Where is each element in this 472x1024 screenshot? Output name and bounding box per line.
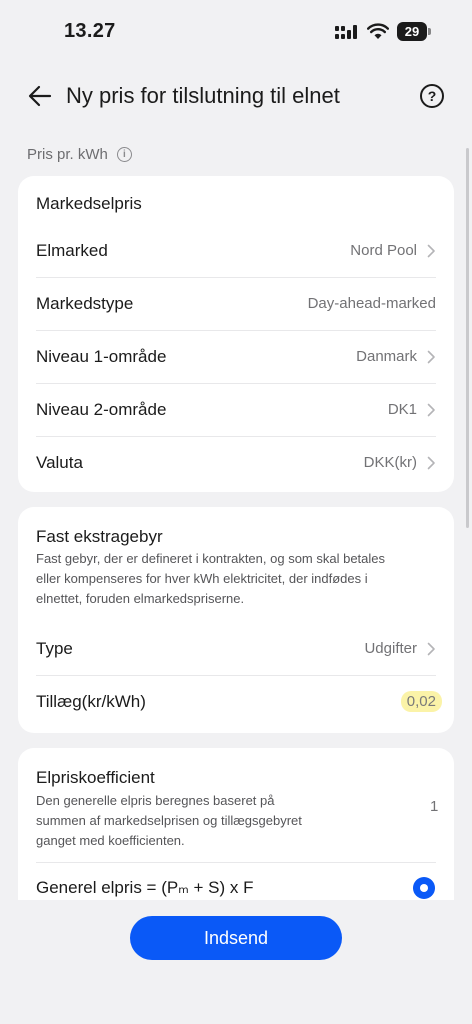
chevron-right-icon — [427, 350, 435, 363]
fixed-fee-card: Fast ekstragebyr Fast gebyr, der er defi… — [18, 507, 454, 733]
scrollbar[interactable] — [466, 148, 469, 528]
formula-label: Generel elpris = (Pₘ + S) x F — [36, 878, 254, 897]
row-surcharge[interactable]: Tillæg(kr/kWh) 0,02 — [36, 675, 442, 728]
row-label: Tillæg(kr/kWh) — [36, 691, 146, 711]
row-value: Udgifter — [364, 640, 417, 657]
market-price-title: Markedselpris — [36, 194, 142, 213]
chevron-right-icon — [427, 403, 435, 416]
coefficient-description: Den generelle elpris beregnes baseret på… — [36, 793, 302, 848]
row-value: DK1 — [387, 401, 417, 418]
fixed-fee-description: Fast gebyr, der er defineret i kontrakte… — [36, 551, 386, 606]
status-time: 13.27 — [64, 20, 116, 42]
row-value: Danmark — [356, 348, 417, 365]
submit-button[interactable]: Indsend — [130, 916, 342, 960]
fixed-fee-title: Fast ekstragebyr — [36, 527, 163, 546]
section-label: Pris pr. kWh i — [27, 146, 132, 163]
battery-icon: 29 — [397, 22, 431, 41]
row-niveau-2[interactable]: Niveau 2-område DK1 — [36, 383, 436, 436]
row-label: Niveau 2-område — [36, 399, 167, 419]
section-label-text: Pris pr. kWh — [27, 146, 108, 163]
row-niveau-1[interactable]: Niveau 1-område Danmark — [36, 330, 436, 383]
info-icon[interactable]: i — [116, 147, 132, 162]
row-markedstype: Markedstype Day-ahead-marked — [36, 277, 436, 330]
chevron-right-icon — [427, 456, 435, 469]
signal-icon — [335, 25, 357, 39]
row-value: Day-ahead-marked — [307, 295, 436, 312]
surcharge-input[interactable]: 0,02 — [400, 691, 442, 712]
row-type[interactable]: Type Udgifter — [36, 622, 436, 675]
help-icon[interactable]: ? — [420, 84, 444, 108]
back-arrow-icon[interactable] — [26, 82, 54, 110]
row-elmarked[interactable]: Elmarked Nord Pool — [36, 224, 436, 277]
status-bar: 13.27 29 — [0, 0, 472, 64]
row-label: Niveau 1-område — [36, 346, 167, 366]
row-value: DKK(kr) — [363, 454, 417, 471]
radio-selected-icon[interactable] — [413, 877, 435, 899]
row-valuta[interactable]: Valuta DKK(kr) — [36, 436, 436, 489]
row-label: Markedstype — [36, 293, 134, 313]
row-label: Type — [36, 638, 73, 658]
row-label: Elmarked — [36, 240, 108, 260]
row-value: Nord Pool — [350, 242, 417, 259]
bottom-bar: Indsend — [0, 900, 472, 1024]
header: Ny pris for tilslutning til elnet ? — [0, 72, 472, 120]
wifi-icon — [367, 23, 389, 39]
chevron-right-icon — [427, 244, 435, 257]
market-price-card: Markedselpris Elmarked Nord Pool Markeds… — [18, 176, 454, 492]
chevron-right-icon — [427, 642, 435, 655]
row-label: Valuta — [36, 452, 83, 472]
coefficient-title: Elpriskoefficient — [36, 768, 155, 787]
page-title: Ny pris for tilslutning til elnet — [66, 83, 340, 108]
coefficient-value[interactable]: 1 — [430, 798, 438, 815]
